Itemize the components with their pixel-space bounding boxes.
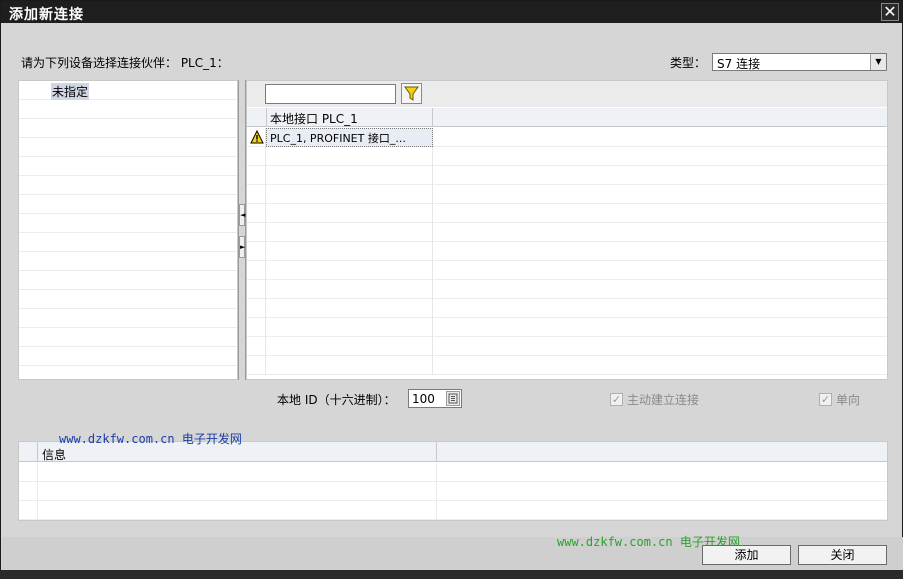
interface-table: PLC_1, PROFINET 接口_... (247, 128, 887, 375)
info-table (19, 463, 887, 520)
one-way-label: 单向 (836, 393, 861, 407)
interface-cell[interactable]: PLC_1, PROFINET 接口_... (270, 130, 406, 146)
interface-table-header: 本地接口 PLC_1 (247, 108, 887, 127)
add-connection-dialog: 添加新连接 ✕ 请为下列设备选择连接伙伴： PLC_1： 类型： S7 连接 ▼… (0, 0, 903, 579)
watermark-top: www.dzkfw.com.cn 电子开发网 (59, 432, 242, 446)
dialog-title: 添加新连接 (9, 7, 84, 23)
one-way-checkbox[interactable]: ✓ (819, 393, 832, 406)
close-icon[interactable]: ✕ (881, 3, 899, 21)
close-button[interactable]: 关闭 (798, 545, 887, 565)
id-picker-icon[interactable] (446, 391, 460, 406)
partner-prompt: 请为下列设备选择连接伙伴： PLC_1： (21, 56, 229, 70)
expand-right-icon[interactable]: ► (239, 236, 245, 258)
connection-type-value: S7 连接 (717, 57, 761, 71)
local-interface-column[interactable]: 本地接口 PLC_1 (266, 108, 433, 127)
filter-bar (247, 81, 887, 107)
partner-tree[interactable]: 未指定 (18, 80, 238, 380)
info-panel: 信息 (18, 441, 888, 521)
filter-input[interactable] (265, 84, 396, 104)
type-label: 类型： (670, 56, 707, 70)
filter-button[interactable] (401, 83, 422, 104)
tree-item-unspecified[interactable]: 未指定 (51, 83, 90, 100)
add-button[interactable]: 添加 (702, 545, 791, 565)
warning-icon (250, 130, 264, 144)
chevron-down-icon[interactable]: ▼ (870, 54, 886, 70)
connection-type-select[interactable]: S7 连接 ▼ (712, 53, 887, 71)
bottom-strip (0, 570, 903, 579)
panel-splitter[interactable]: ◄ ► (238, 80, 246, 380)
local-id-input[interactable]: 100 (408, 389, 462, 408)
local-id-value: 100 (412, 392, 435, 406)
table-row[interactable]: PLC_1, PROFINET 接口_... (247, 128, 887, 147)
active-connection-label: 主动建立连接 (627, 393, 700, 407)
collapse-left-icon[interactable]: ◄ (239, 204, 245, 226)
local-id-label: 本地 ID（十六进制）： (277, 393, 396, 407)
interface-panel: 本地接口 PLC_1 PLC_1, PROFINET 接口_... (246, 80, 888, 380)
active-connection-checkbox[interactable]: ✓ (610, 393, 623, 406)
title-bar: 添加新连接 ✕ (1, 1, 902, 23)
funnel-icon (404, 86, 419, 101)
